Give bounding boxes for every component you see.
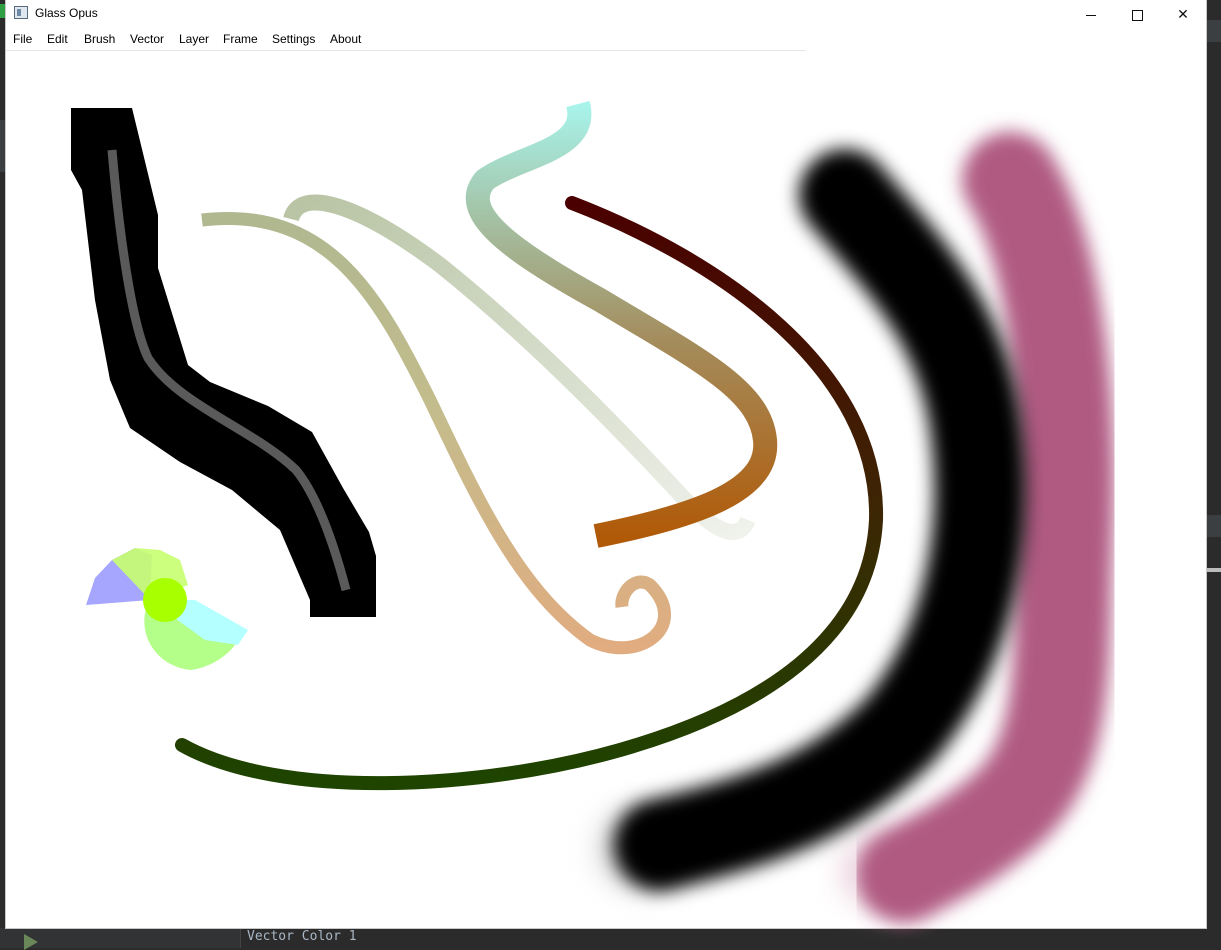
color-fan-shape <box>86 548 248 670</box>
cyan-orange-stroke <box>465 100 778 548</box>
drawing-canvas[interactable] <box>6 50 1206 928</box>
canvas-artwork <box>71 100 1115 923</box>
app-window: Glass Opus ✕ File Edit Brush Vector Laye… <box>6 0 1206 928</box>
